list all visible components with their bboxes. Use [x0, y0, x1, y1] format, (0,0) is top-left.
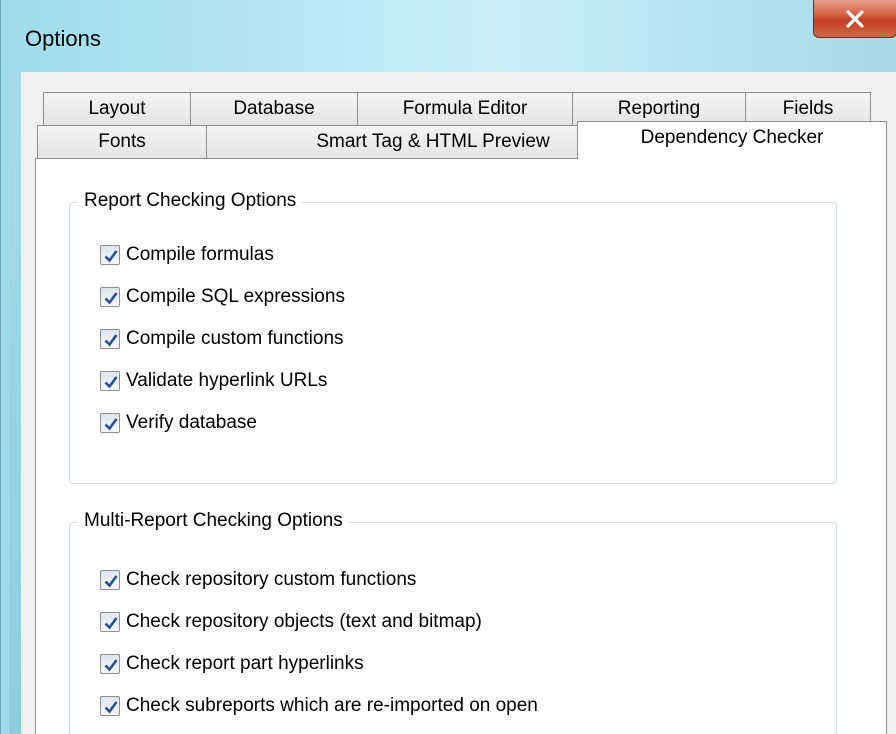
- tab-dependency-checker[interactable]: Dependency Checker: [577, 121, 887, 159]
- checkbox-check-repository-objects[interactable]: Check repository objects (text and bitma…: [100, 611, 482, 633]
- option-label: Check subreports which are re-imported o…: [126, 695, 538, 716]
- tab-database[interactable]: Database: [190, 92, 358, 126]
- check-icon: [104, 418, 118, 431]
- check-icon: [104, 292, 118, 305]
- tab-label: Dependency Checker: [640, 126, 824, 148]
- checkbox-box[interactable]: [100, 413, 120, 433]
- title-bar[interactable]: Options: [1, 0, 896, 72]
- checkbox-check-subreports-reimported[interactable]: Check subreports which are re-imported o…: [100, 695, 538, 717]
- check-icon: [104, 250, 118, 263]
- checkbox-compile-custom-functions[interactable]: Compile custom functions: [100, 328, 344, 350]
- check-icon: [104, 617, 118, 630]
- group-label: Multi-Report Checking Options: [78, 510, 349, 532]
- checkbox-box[interactable]: [100, 612, 120, 632]
- check-icon: [104, 376, 118, 389]
- tab-label: Fonts: [98, 131, 146, 152]
- checkbox-box[interactable]: [100, 371, 120, 391]
- check-icon: [104, 334, 118, 347]
- option-label: Validate hyperlink URLs: [126, 370, 328, 391]
- checkbox-validate-hyperlink-urls[interactable]: Validate hyperlink URLs: [100, 370, 327, 392]
- tab-page-dependency-checker: Report Checking Options Compile formulas…: [35, 158, 887, 734]
- tab-label: Reporting: [617, 98, 701, 119]
- window-title: Options: [25, 26, 101, 51]
- option-label: Compile custom functions: [126, 328, 344, 349]
- option-label: Compile formulas: [126, 244, 274, 265]
- checkbox-box[interactable]: [100, 245, 120, 265]
- checkbox-check-repository-custom-functions[interactable]: Check repository custom functions: [100, 569, 416, 591]
- tab-label: Smart Tag & HTML Preview: [316, 131, 550, 152]
- tab-label: Layout: [88, 98, 146, 119]
- tab-label: Formula Editor: [402, 98, 528, 119]
- checkbox-compile-sql-expressions[interactable]: Compile SQL expressions: [100, 286, 345, 308]
- checkbox-box[interactable]: [100, 329, 120, 349]
- group-label: Report Checking Options: [78, 190, 303, 212]
- tab-smart-tag-html-preview[interactable]: Smart Tag & HTML Preview: [206, 125, 580, 159]
- option-label: Check repository objects (text and bitma…: [126, 611, 482, 632]
- close-button[interactable]: [813, 0, 896, 38]
- checkbox-box[interactable]: [100, 654, 120, 674]
- check-icon: [104, 659, 118, 672]
- option-label: Verify database: [126, 412, 257, 433]
- option-label: Compile SQL expressions: [126, 286, 345, 307]
- checkbox-box[interactable]: [100, 287, 120, 307]
- checkbox-verify-database[interactable]: Verify database: [100, 412, 257, 434]
- tab-label: Database: [233, 98, 315, 119]
- tab-fonts[interactable]: Fonts: [37, 125, 207, 159]
- check-icon: [104, 575, 118, 588]
- tab-formula-editor[interactable]: Formula Editor: [357, 92, 573, 126]
- window-frame-left: [9, 72, 21, 734]
- tab-layout[interactable]: Layout: [43, 92, 191, 126]
- close-icon: [846, 9, 864, 28]
- options-dialog: Options Layout Database Formula Editor R…: [0, 0, 896, 734]
- check-icon: [104, 701, 118, 714]
- option-label: Check report part hyperlinks: [126, 653, 364, 674]
- tab-label: Fields: [782, 98, 834, 119]
- checkbox-compile-formulas[interactable]: Compile formulas: [100, 244, 274, 266]
- checkbox-box[interactable]: [100, 570, 120, 590]
- checkbox-check-report-part-hyperlinks[interactable]: Check report part hyperlinks: [100, 653, 364, 675]
- option-label: Check repository custom functions: [126, 569, 417, 590]
- checkbox-box[interactable]: [100, 696, 120, 716]
